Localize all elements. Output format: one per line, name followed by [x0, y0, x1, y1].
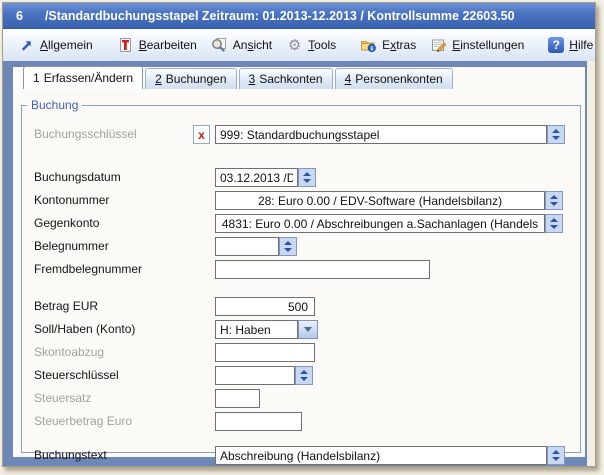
toolbar-label: Allgemein: [40, 38, 93, 52]
betrag-input[interactable]: [215, 297, 315, 316]
field-row-buchungstext: Buchungstext: [22, 446, 580, 465]
buchungstext-spinner[interactable]: [547, 446, 565, 465]
betrag-label: Betrag EUR: [34, 297, 98, 316]
edit-document-icon: [117, 37, 134, 54]
field-row-steuerbetrag: Steuerbetrag Euro: [22, 412, 580, 431]
belegnummer-label: Belegnummer: [34, 237, 109, 256]
kontonummer-input[interactable]: [215, 191, 545, 210]
toolbar-button-bearbeiten[interactable]: Bearbeiten: [110, 34, 204, 57]
fremdbelegnummer-label: Fremdbelegnummer: [34, 260, 142, 279]
group-title: Buchung: [27, 98, 82, 112]
content-area: 1Erfassen/Ändern 2Buchungen 3Sachkonten …: [13, 67, 585, 457]
toolbar-label: Ansicht: [233, 38, 272, 52]
kontonummer-label: Kontonummer: [34, 191, 109, 210]
skontoabzug-label: Skontoabzug: [34, 343, 104, 362]
steuerbetrag-input: [215, 412, 302, 431]
field-row-fremdbelegnummer: Fremdbelegnummer: [22, 260, 580, 279]
toolbar-button-einstellungen[interactable]: Einstellungen: [423, 34, 531, 57]
question-mark-icon: ?: [548, 37, 564, 53]
steuerschluessel-spinner[interactable]: [295, 366, 313, 385]
toolbar-label: Einstellungen: [452, 38, 524, 52]
buchung-fieldset: Buchung Buchungsschlüssel x Buchungsdatu…: [21, 98, 581, 453]
soll-haben-dropdown-button[interactable]: [298, 320, 318, 339]
field-row-steuerschluessel: Steuerschlüssel: [22, 366, 580, 385]
steuersatz-input: [215, 389, 260, 408]
gegenkonto-spinner[interactable]: [545, 214, 563, 233]
toolbar-label: Extras: [382, 38, 416, 52]
toolbar-label: Hilfe: [569, 38, 593, 52]
gegenkonto-input[interactable]: [215, 214, 545, 233]
belegnummer-input[interactable]: [215, 237, 279, 256]
buchungsdatum-label: Buchungsdatum: [34, 168, 121, 187]
delete-key-icon[interactable]: x: [193, 125, 210, 144]
field-row-buchungsdatum: Buchungsdatum: [22, 168, 580, 187]
buchungsdatum-input[interactable]: [215, 168, 298, 187]
buchungsschluessel-input[interactable]: [215, 125, 547, 144]
toolbar-button-hilfe[interactable]: ? Hilfe: [541, 34, 600, 56]
gears-icon: ⚙: [286, 37, 303, 54]
batch-number: 6: [16, 9, 23, 23]
toolbar-label: Bearbeiten: [139, 38, 197, 52]
field-row-gegenkonto: Gegenkonto: [22, 214, 580, 233]
toolbar: Allgemein Bearbeiten Ansicht ⚙ Tools: [3, 29, 595, 61]
gegenkonto-label: Gegenkonto: [34, 214, 99, 233]
buchungsdatum-spinner[interactable]: [298, 168, 316, 187]
toolbar-button-extras[interactable]: Extras: [353, 34, 423, 57]
buchungstext-input[interactable]: [215, 446, 547, 465]
app-window: 6 /Standardbuchungsstapel Zeitraum: 01.2…: [2, 2, 596, 467]
steuerschluessel-input[interactable]: [215, 366, 295, 385]
toolbar-button-ansicht[interactable]: Ansicht: [204, 34, 279, 57]
tab-bar: 1Erfassen/Ändern 2Buchungen 3Sachkonten …: [13, 67, 585, 89]
window-title: /Standardbuchungsstapel Zeitraum: 01.201…: [45, 9, 515, 23]
tab-buchungen[interactable]: 2Buchungen: [145, 68, 236, 89]
steuerschluessel-label: Steuerschlüssel: [34, 366, 119, 385]
tab-sachkonten[interactable]: 3Sachkonten: [239, 68, 333, 89]
field-row-betrag: Betrag EUR: [22, 297, 580, 316]
soll-haben-label: Soll/Haben (Konto): [34, 320, 135, 339]
frame-panel: 1Erfassen/Ändern 2Buchungen 3Sachkonten …: [3, 61, 587, 466]
desktop-background: 6 /Standardbuchungsstapel Zeitraum: 01.2…: [0, 0, 604, 475]
buchungsschluessel-spinner[interactable]: [547, 125, 565, 144]
belegnummer-spinner[interactable]: [279, 237, 297, 256]
field-row-kontonummer: Kontonummer: [22, 191, 580, 210]
kontonummer-spinner[interactable]: [545, 191, 563, 210]
tab-erfassen-aendern[interactable]: 1Erfassen/Ändern: [23, 66, 143, 89]
toolbar-button-allgemein[interactable]: Allgemein: [11, 34, 100, 57]
chevron-down-icon: [304, 327, 312, 332]
magnifier-icon: [211, 37, 228, 54]
toolbar-label: Tools: [308, 38, 336, 52]
steuersatz-label: Steuersatz: [34, 389, 91, 408]
buchungstext-label: Buchungstext: [34, 446, 107, 465]
buchungsschluessel-label: Buchungsschlüssel: [34, 125, 137, 144]
steuerbetrag-label: Steuerbetrag Euro: [34, 412, 132, 431]
fremdbelegnummer-input[interactable]: [215, 260, 430, 279]
toolbar-button-tools[interactable]: ⚙ Tools: [279, 34, 343, 57]
folder-info-icon: [360, 37, 377, 54]
title-bar: 6 /Standardbuchungsstapel Zeitraum: 01.2…: [3, 3, 595, 29]
soll-haben-select[interactable]: [215, 320, 298, 339]
tab-personenkonten[interactable]: 4Personenkonten: [335, 68, 453, 89]
field-row-buchungsschluessel: Buchungsschlüssel x: [22, 125, 580, 144]
field-row-soll-haben: Soll/Haben (Konto): [22, 320, 580, 339]
field-row-skontoabzug: Skontoabzug: [22, 343, 580, 362]
field-row-steuersatz: Steuersatz: [22, 389, 580, 408]
skontoabzug-input: [215, 343, 315, 362]
field-row-belegnummer: Belegnummer: [22, 237, 580, 256]
note-pencil-icon: [430, 37, 447, 54]
arrow-up-right-icon: [18, 37, 35, 54]
